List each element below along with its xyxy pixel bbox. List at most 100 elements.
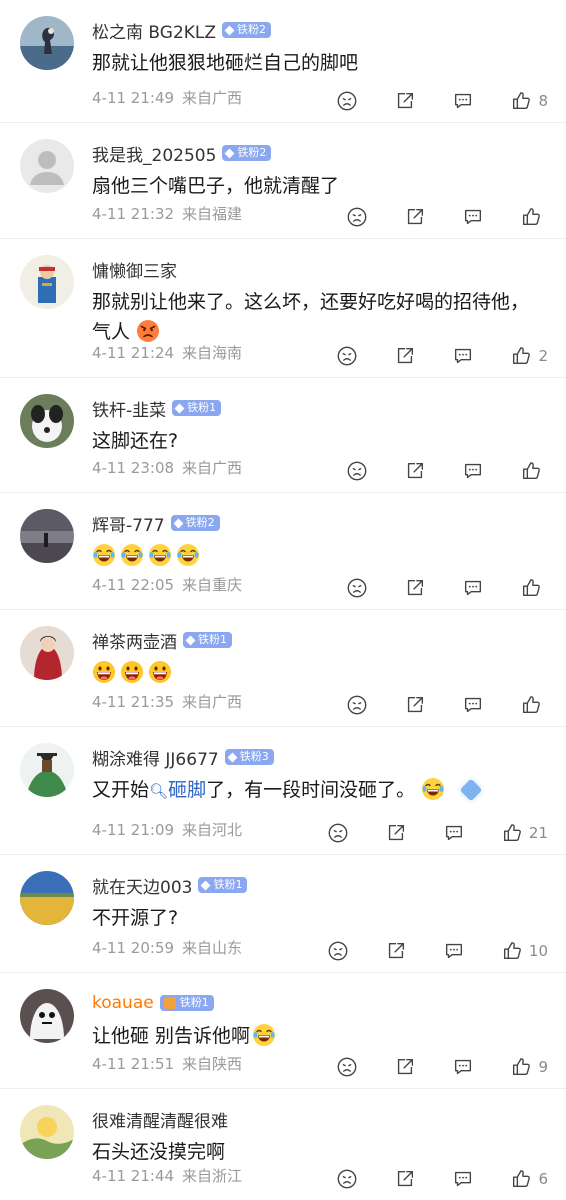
dislike-button[interactable] [336,90,358,112]
username[interactable]: 禅茶两壶酒 [92,628,177,653]
share-button[interactable] [385,822,407,844]
thumbs-up-icon [501,940,523,962]
reply-bubble-icon [443,940,465,962]
username[interactable]: 辉哥-777 [92,511,165,536]
like-button[interactable]: 6 [510,1168,548,1190]
dislike-button[interactable] [346,694,368,716]
like-button[interactable]: 21 [501,822,548,844]
comment-line: 那就别让他来了。这么坏，还要好吃好喝的招待他， [92,291,530,313]
reply-button[interactable] [443,940,465,962]
fan-badge-label: 铁粉3 [239,750,269,763]
dislike-button[interactable] [327,822,349,844]
username[interactable]: 很难清醒清醒很难 [92,1107,228,1132]
share-button[interactable] [394,1056,416,1078]
username[interactable]: 松之南 BG2KLZ [92,18,216,43]
username-line: 辉哥-777 铁粉2 [92,511,220,536]
reply-button[interactable] [443,822,465,844]
avatar[interactable] [20,1105,74,1159]
comment-actions: 2 [336,345,548,367]
reply-button[interactable] [452,90,474,112]
share-button[interactable] [404,577,426,599]
username[interactable]: 糊涂难得 JJ6677 [92,745,219,770]
username[interactable]: koauae [92,993,154,1013]
share-button[interactable] [394,1168,416,1190]
comment-location: 来自陕西 [182,1055,243,1073]
username-line: 很难清醒清醒很难 [92,1107,228,1132]
share-button[interactable] [404,694,426,716]
like-button[interactable] [520,206,548,228]
avatar[interactable] [20,139,74,193]
like-button[interactable] [520,577,548,599]
reply-button[interactable] [452,345,474,367]
avatar[interactable] [20,743,74,797]
avatar[interactable] [20,394,74,448]
comment-actions [346,206,548,228]
comment-item: 铁杆-韭菜 铁粉1 这脚还在? 4-11 23:08 来自广西 [0,378,566,493]
dislike-button[interactable] [346,577,368,599]
dislike-button[interactable] [327,940,349,962]
dislike-face-icon [346,694,368,716]
like-button[interactable]: 2 [510,345,548,367]
diamond-icon [224,148,235,158]
comment-meta: 4-11 23:08 来自广西 [92,457,242,478]
reply-button[interactable] [452,1168,474,1190]
share-icon [385,822,407,844]
fan-badge: 铁粉1 [172,400,222,416]
reply-button[interactable] [452,1056,474,1078]
fan-badge: 铁粉3 [224,749,274,765]
thumbs-up-icon [520,577,542,599]
avatar[interactable] [20,16,74,70]
dislike-button[interactable] [336,1168,358,1190]
reply-button[interactable] [462,694,484,716]
username[interactable]: 我是我_202505 [92,141,216,166]
like-button[interactable] [520,460,548,482]
comment-actions: 21 [327,822,548,844]
thumbs-up-icon [510,1056,532,1078]
dislike-button[interactable] [346,206,368,228]
share-button[interactable] [394,90,416,112]
avatar[interactable] [20,989,74,1043]
comment-line [92,541,536,571]
dislike-button[interactable] [346,460,368,482]
topic-link[interactable]: 🔍︎砸脚 [149,779,206,801]
fan-badge-label: 铁粉1 [187,401,217,414]
reply-button[interactable] [462,460,484,482]
username[interactable]: 慵懒御三家 [92,257,177,282]
avatar[interactable] [20,509,74,563]
reply-bubble-icon [443,822,465,844]
dislike-button[interactable] [336,345,358,367]
like-count: 10 [528,942,548,960]
comment-meta: 4-11 21:24 来自海南 [92,342,242,363]
dislike-face-icon [336,1168,358,1190]
share-button[interactable] [385,940,407,962]
avatar[interactable] [20,255,74,309]
reply-button[interactable] [462,206,484,228]
like-button[interactable]: 10 [501,940,548,962]
share-button[interactable] [404,206,426,228]
reply-bubble-icon [462,694,484,716]
avatar[interactable] [20,626,74,680]
like-button[interactable]: 8 [510,90,548,112]
username[interactable]: 就在天边003 [92,873,192,898]
share-button[interactable] [394,345,416,367]
reply-bubble-icon [462,460,484,482]
comment-time: 4-11 21:09 [92,821,175,839]
like-button[interactable] [520,694,548,716]
dislike-face-icon [327,940,349,962]
dislike-button[interactable] [336,1056,358,1078]
grin-emoji [148,660,172,684]
thumbs-up-icon [520,694,542,716]
comment-item: 禅茶两壶酒 铁粉1 4-11 21:35 来自广西 [0,610,566,727]
comment-location: 来自海南 [182,344,243,362]
reply-bubble-icon [452,345,474,367]
comment-line: 又开始🔍︎砸脚了，有一段时间没砸了。 [92,775,536,806]
reply-button[interactable] [462,577,484,599]
like-button[interactable]: 9 [510,1056,548,1078]
share-button[interactable] [404,460,426,482]
avatar[interactable] [20,871,74,925]
thumbs-up-icon [510,1168,532,1190]
comment-time: 4-11 21:24 [92,344,175,362]
username[interactable]: 铁杆-韭菜 [92,396,166,421]
comment-text-suffix: 了，有一段时间没砸了。 [206,779,416,801]
grin-emoji [120,660,144,684]
